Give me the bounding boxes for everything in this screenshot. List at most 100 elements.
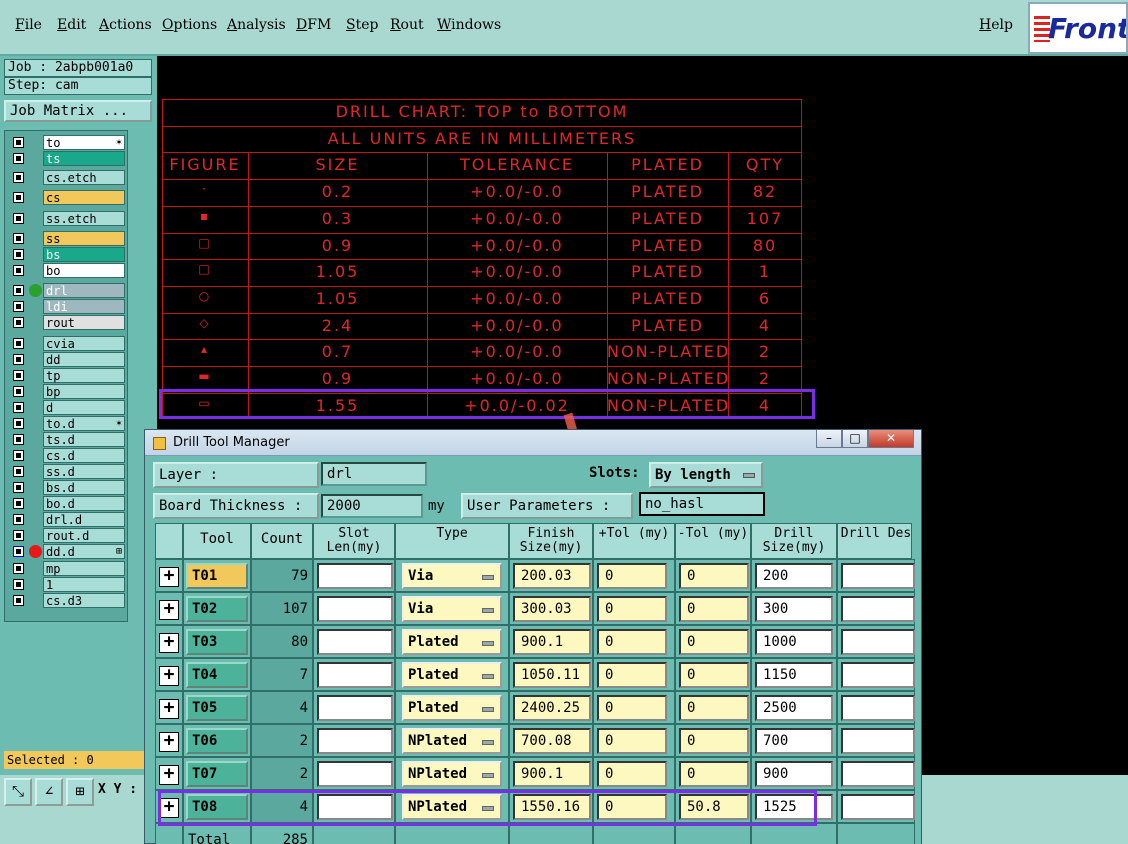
plus-tol-field[interactable]: 0 bbox=[597, 563, 667, 589]
layer-checkbox[interactable] bbox=[13, 213, 24, 224]
layer-checkbox[interactable] bbox=[13, 402, 24, 413]
layer-row-cs.d3[interactable]: cs.d3 bbox=[7, 593, 127, 608]
drill-des-field[interactable] bbox=[841, 662, 915, 688]
type-select[interactable]: NPlated bbox=[402, 761, 502, 787]
drill-des-field[interactable] bbox=[841, 695, 915, 721]
plus-tol-field[interactable]: 0 bbox=[597, 629, 667, 655]
drill-des-field[interactable] bbox=[841, 794, 915, 820]
layer-row-to[interactable]: to ✶ bbox=[7, 135, 127, 150]
job-matrix-button[interactable]: Job Matrix ... bbox=[4, 100, 152, 122]
drill-des-field[interactable] bbox=[841, 629, 915, 655]
tool-row-t05[interactable]: + T05 4 Plated 2400.25 0 0 2500 bbox=[155, 691, 915, 724]
layer-checkbox[interactable] bbox=[13, 498, 24, 509]
zoom-fit-icon[interactable]: ⤡ bbox=[4, 778, 32, 806]
finish-size-field[interactable]: 700.08 bbox=[513, 728, 591, 754]
minimize-icon[interactable]: – bbox=[816, 430, 842, 448]
expand-plus-icon[interactable]: + bbox=[159, 567, 179, 587]
tool-row-t02[interactable]: + T02 107 Via 300.03 0 0 300 bbox=[155, 592, 915, 625]
layer-row-bs[interactable]: bs bbox=[7, 247, 127, 262]
layer-row-rout.d[interactable]: rout.d bbox=[7, 528, 127, 543]
minus-tol-field[interactable]: 0 bbox=[679, 728, 749, 754]
drill-size-field[interactable]: 300 bbox=[755, 596, 833, 622]
layer-checkbox[interactable] bbox=[13, 418, 24, 429]
plus-tol-field[interactable]: 0 bbox=[597, 761, 667, 787]
menu-rout[interactable]: Rout bbox=[390, 17, 424, 33]
layer-checkbox[interactable] bbox=[13, 301, 24, 312]
layer-row-1[interactable]: 1 bbox=[7, 577, 127, 592]
layer-row-cvia[interactable]: cvia bbox=[7, 336, 127, 351]
layer-row-drl[interactable]: drl bbox=[7, 283, 127, 298]
menu-windows[interactable]: Windows bbox=[437, 17, 501, 33]
layer-row-rout[interactable]: rout bbox=[7, 315, 127, 330]
expand-plus-icon[interactable]: + bbox=[159, 765, 179, 785]
layer-checkbox[interactable] bbox=[13, 514, 24, 525]
layer-row-drl.d[interactable]: drl.d bbox=[7, 512, 127, 527]
finish-size-field[interactable]: 900.1 bbox=[513, 629, 591, 655]
layer-checkbox[interactable] bbox=[13, 192, 24, 203]
slot-len-field[interactable] bbox=[317, 596, 393, 622]
layer-checkbox[interactable] bbox=[13, 233, 24, 244]
layer-row-mp[interactable]: mp bbox=[7, 561, 127, 576]
finish-size-field[interactable]: 1050.11 bbox=[513, 662, 591, 688]
minus-tol-field[interactable]: 0 bbox=[679, 761, 749, 787]
drill-size-field[interactable]: 1150 bbox=[755, 662, 833, 688]
plus-tol-field[interactable]: 0 bbox=[597, 728, 667, 754]
layer-checkbox[interactable] bbox=[13, 450, 24, 461]
layer-checkbox[interactable] bbox=[13, 466, 24, 477]
layer-row-ss[interactable]: ss bbox=[7, 231, 127, 246]
drill-size-field[interactable]: 200 bbox=[755, 563, 833, 589]
minus-tol-field[interactable]: 0 bbox=[679, 662, 749, 688]
tool-button[interactable]: T03 bbox=[186, 629, 248, 655]
drill-des-field[interactable] bbox=[841, 761, 915, 787]
finish-size-field[interactable]: 2400.25 bbox=[513, 695, 591, 721]
layer-row-ss.etch[interactable]: ss.etch bbox=[7, 211, 127, 226]
maximize-icon[interactable]: □ bbox=[842, 430, 868, 448]
layer-row-ldi[interactable]: ldi bbox=[7, 299, 127, 314]
dialog-titlebar[interactable]: Drill Tool Manager bbox=[145, 430, 921, 456]
finish-size-field[interactable]: 900.1 bbox=[513, 761, 591, 787]
layer-checkbox[interactable] bbox=[13, 530, 24, 541]
plus-tol-field[interactable]: 0 bbox=[597, 695, 667, 721]
layer-row-bp[interactable]: bp bbox=[7, 384, 127, 399]
type-select[interactable]: Via bbox=[402, 563, 502, 589]
tool-row-t06[interactable]: + T06 2 NPlated 700.08 0 0 700 bbox=[155, 724, 915, 757]
layer-checkbox[interactable] bbox=[13, 317, 24, 328]
slot-len-field[interactable] bbox=[317, 563, 393, 589]
slot-len-field[interactable] bbox=[317, 629, 393, 655]
layer-row-dd.d[interactable]: dd.d ⊞ bbox=[7, 544, 127, 559]
layer-checkbox[interactable] bbox=[13, 563, 24, 574]
layer-checkbox[interactable] bbox=[13, 595, 24, 606]
measure-icon[interactable]: ∠ bbox=[35, 778, 63, 806]
minus-tol-field[interactable]: 0 bbox=[679, 596, 749, 622]
layer-checkbox[interactable] bbox=[13, 265, 24, 276]
minus-tol-field[interactable]: 0 bbox=[679, 695, 749, 721]
slot-len-field[interactable] bbox=[317, 662, 393, 688]
drill-size-field[interactable]: 900 bbox=[755, 761, 833, 787]
layer-checkbox[interactable] bbox=[13, 354, 24, 365]
layer-checkbox[interactable] bbox=[13, 434, 24, 445]
layer-checkbox[interactable] bbox=[13, 482, 24, 493]
layer-row-d[interactable]: d bbox=[7, 400, 127, 415]
tool-button[interactable]: T05 bbox=[186, 695, 248, 721]
drill-des-field[interactable] bbox=[841, 728, 915, 754]
menu-dfm[interactable]: DFM bbox=[296, 17, 331, 33]
layer-checkbox[interactable] bbox=[13, 546, 24, 557]
layer-checkbox[interactable] bbox=[13, 386, 24, 397]
layer-checkbox[interactable] bbox=[13, 172, 24, 183]
type-select[interactable]: Plated bbox=[402, 662, 502, 688]
close-icon[interactable]: ✕ bbox=[868, 430, 914, 448]
layer-row-bo.d[interactable]: bo.d bbox=[7, 496, 127, 511]
layer-row-bo[interactable]: bo bbox=[7, 263, 127, 278]
tool-button[interactable]: T06 bbox=[186, 728, 248, 754]
menu-step[interactable]: Step bbox=[346, 17, 378, 33]
layer-row-ts.d[interactable]: ts.d bbox=[7, 432, 127, 447]
layer-row-dd[interactable]: dd bbox=[7, 352, 127, 367]
board-thickness-field[interactable]: 2000 bbox=[321, 494, 423, 518]
expand-plus-icon[interactable]: + bbox=[159, 699, 179, 719]
drill-des-field[interactable] bbox=[841, 596, 915, 622]
tool-button[interactable]: T01 bbox=[186, 563, 248, 589]
layer-checkbox[interactable] bbox=[13, 579, 24, 590]
tool-button[interactable]: T07 bbox=[186, 761, 248, 787]
layer-checkbox[interactable] bbox=[13, 338, 24, 349]
finish-size-field[interactable]: 300.03 bbox=[513, 596, 591, 622]
